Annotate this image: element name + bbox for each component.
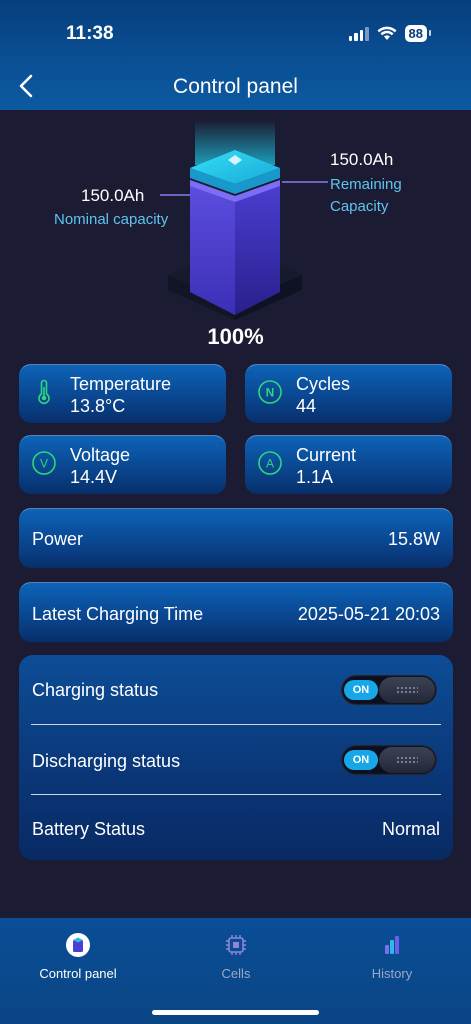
svg-text:N: N <box>266 386 275 400</box>
charging-toggle-on-label: ON <box>344 680 378 700</box>
charge-percentage: 100% <box>207 324 264 349</box>
svg-text:A: A <box>266 457 274 471</box>
voltage-card: V Voltage 14.4V <box>19 435 226 494</box>
current-a-icon: A <box>258 451 282 475</box>
latest-charging-time-value: 2025-05-21 20:03 <box>297 604 440 624</box>
status-divider <box>31 794 441 795</box>
temperature-value: 13.8°C <box>70 396 126 416</box>
thermometer-icon <box>38 379 50 405</box>
power-value: 15.8W <box>387 529 440 549</box>
discharging-status-label: Discharging status <box>32 751 181 771</box>
discharging-status-toggle[interactable]: ON <box>341 745 437 775</box>
tab-cells[interactable]: Cells <box>171 932 301 981</box>
cycles-value: 44 <box>296 396 317 416</box>
tab-control-panel[interactable]: Control panel <box>13 932 143 981</box>
toggle-knob-icon <box>379 677 435 703</box>
status-panel: Charging status ON Discharging status ON… <box>19 655 453 860</box>
chip-icon <box>226 935 246 955</box>
voltage-v-icon: V <box>32 451 56 475</box>
temperature-label: Temperature <box>70 374 172 394</box>
current-label: Current <box>296 445 357 465</box>
bottom-tab-bar: Control panel Cells History <box>0 918 471 1024</box>
cycles-card: N Cycles 44 <box>245 364 452 423</box>
battery-status-value: Normal <box>381 819 440 839</box>
cycles-n-icon: N <box>258 380 282 404</box>
current-value: 1.1A <box>296 467 334 487</box>
svg-text:V: V <box>40 457 48 471</box>
temperature-card: Temperature 13.8°C <box>19 364 226 423</box>
battery-cylinder-graphic <box>150 120 320 335</box>
bar-chart-icon <box>385 936 399 954</box>
current-card: A Current 1.1A <box>245 435 452 494</box>
tab-history[interactable]: History <box>327 932 457 981</box>
battery-status-label: Battery Status <box>32 819 146 839</box>
charging-status-label: Charging status <box>32 680 159 700</box>
latest-charging-time-card: Latest Charging Time 2025-05-21 20:03 <box>19 582 453 642</box>
latest-charging-time-label: Latest Charging Time <box>32 604 204 624</box>
tab-label: Cells <box>221 966 251 981</box>
tab-label: Control panel <box>39 966 117 981</box>
toggle-knob-icon <box>379 747 435 773</box>
home-indicator <box>152 1010 319 1015</box>
tab-label: History <box>371 966 413 981</box>
status-divider <box>31 724 441 725</box>
voltage-value: 14.4V <box>70 467 118 487</box>
power-label: Power <box>32 529 84 549</box>
discharging-toggle-on-label: ON <box>344 750 378 770</box>
charging-status-toggle[interactable]: ON <box>341 675 437 705</box>
voltage-label: Voltage <box>70 445 131 465</box>
power-card: Power 15.8W <box>19 508 453 568</box>
battery-cylinder-icon <box>66 933 90 957</box>
cycles-label: Cycles <box>296 374 351 394</box>
